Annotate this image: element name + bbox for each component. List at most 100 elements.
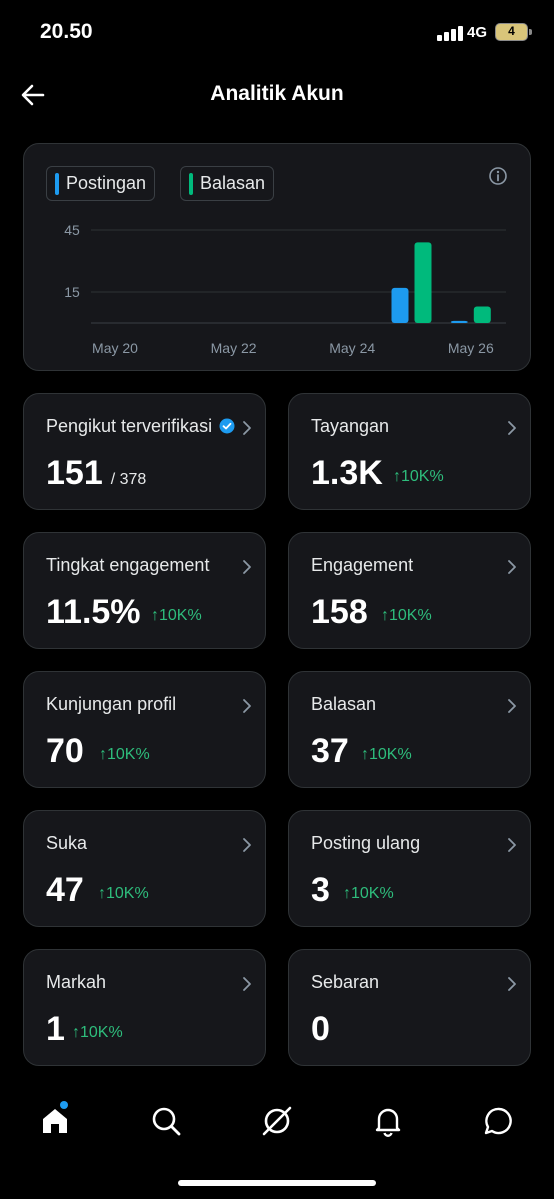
stat-change: ↑10K%: [151, 607, 202, 624]
stat-value: 1: [46, 1010, 65, 1049]
stat-value: 3: [311, 871, 330, 910]
stat-value-number: 158: [311, 593, 368, 631]
chevron-right-icon: [243, 838, 251, 852]
chevron-right-icon: [508, 977, 516, 991]
stat-label: Posting ulang: [311, 833, 421, 853]
x-tick-label: May 26: [448, 340, 494, 356]
chevron-right-icon: [508, 699, 516, 713]
bar-postingan-may-26[interactable]: [450, 320, 468, 323]
stat-label: Kunjungan profil: [46, 694, 177, 714]
stat-label: Suka: [46, 833, 88, 853]
status-time: 20.50: [40, 20, 93, 43]
bar-balasan-may-26[interactable]: [473, 306, 491, 323]
stat-label: Markah: [46, 972, 107, 992]
stat-value: 37: [311, 732, 349, 771]
legend-label: Balasan: [200, 173, 266, 193]
grok-icon: [262, 1106, 292, 1136]
stat-value-number: 47: [46, 871, 84, 909]
stat-value-number: 11.5%: [46, 593, 141, 631]
stat-value: 47: [46, 871, 84, 910]
battery-level: 4: [508, 24, 515, 38]
chevron-right-icon: [243, 421, 251, 435]
stat-change: ↑10K%: [343, 885, 394, 902]
bar-postingan-may-25[interactable]: [391, 287, 409, 323]
battery-cap: [529, 29, 532, 35]
nav-notifications[interactable]: [371, 1104, 405, 1138]
stat-card[interactable]: Kunjungan profil 70 ↑10K%: [23, 671, 266, 788]
stat-value: 0: [311, 1010, 330, 1049]
bar-chart: 45 15 May 20 May 22 May 24 May 26: [64, 222, 506, 356]
legend-swatch: [55, 172, 59, 195]
stat-card[interactable]: Tingkat engagement 11.5% ↑10K%: [23, 532, 266, 649]
nav-search[interactable]: [149, 1104, 183, 1138]
chevron-right-icon: [243, 699, 251, 713]
chevron-right-icon: [243, 560, 251, 574]
messages-icon: [484, 1107, 512, 1135]
legend-swatch: [189, 172, 193, 195]
stat-value-total: / 378: [110, 471, 147, 488]
y-tick-label: 45: [64, 222, 80, 238]
info-icon[interactable]: [488, 166, 508, 186]
stat-value: 1.3K: [311, 454, 383, 493]
stat-label: Tayangan: [311, 416, 390, 436]
stat-card[interactable]: Pengikut terverifikasi 151 / 378: [23, 393, 266, 510]
stat-card[interactable]: Balasan 37 ↑10K%: [288, 671, 531, 788]
status-bar: 20.50 4G 4: [0, 0, 554, 64]
chevron-right-icon: [508, 838, 516, 852]
stat-value-number: 37: [311, 732, 349, 770]
notification-dot: [60, 1101, 68, 1109]
bottom-nav: [0, 1090, 554, 1199]
top-bar: Analitik Akun: [0, 64, 554, 124]
stat-change: ↑10K%: [72, 1024, 123, 1041]
nav-grok[interactable]: [260, 1104, 294, 1138]
chart-card: Postingan Balasan 45 15 May 20 May 22 May 24…: [23, 143, 531, 371]
stat-value-number: 151: [46, 454, 103, 492]
legend-postingan[interactable]: Postingan: [46, 166, 156, 201]
stat-label: Sebaran: [311, 972, 380, 992]
x-tick-label: May 20: [92, 340, 138, 356]
stat-change: ↑10K%: [98, 885, 149, 902]
chevron-right-icon: [243, 977, 251, 991]
stat-card[interactable]: Sebaran 0: [288, 949, 531, 1066]
y-tick-label: 15: [64, 284, 80, 300]
battery-icon: 4: [495, 23, 528, 41]
stat-value-number: 70: [46, 732, 84, 770]
page-title: Analitik Akun: [210, 82, 344, 105]
search-icon: [152, 1107, 181, 1136]
legend-label: Postingan: [66, 173, 147, 193]
nav-home[interactable]: [38, 1104, 72, 1138]
stat-change: ↑10K%: [381, 607, 432, 624]
stat-value: 70: [46, 732, 84, 771]
stat-card[interactable]: Suka 47 ↑10K%: [23, 810, 266, 927]
stat-value: 11.5%: [46, 593, 141, 632]
stat-card[interactable]: Posting ulang 3 ↑10K%: [288, 810, 531, 927]
verified-badge-icon: [219, 418, 235, 434]
stat-change: ↑10K%: [393, 468, 444, 485]
stat-change: ↑10K%: [99, 746, 150, 763]
stat-label: Balasan: [311, 694, 377, 714]
stat-label: Engagement: [311, 555, 414, 575]
stat-card[interactable]: Tayangan 1.3K ↑10K%: [288, 393, 531, 510]
stat-value-number: 1: [46, 1010, 65, 1048]
stat-label: Pengikut terverifikasi: [46, 416, 213, 436]
x-tick-label: May 22: [211, 340, 257, 356]
stat-card[interactable]: Markah 1 ↑10K%: [23, 949, 266, 1066]
signal-icon: [437, 25, 463, 41]
legend-balasan[interactable]: Balasan: [180, 166, 275, 201]
stat-value-number: 1.3K: [311, 454, 383, 492]
chevron-right-icon: [508, 421, 516, 435]
stat-card[interactable]: Engagement 158 ↑10K%: [288, 532, 531, 649]
stat-change: ↑10K%: [361, 746, 412, 763]
stat-value-number: 0: [311, 1010, 330, 1048]
stat-value-number: 3: [311, 871, 330, 909]
bar-balasan-may-25[interactable]: [414, 242, 432, 323]
bell-icon: [375, 1108, 401, 1137]
stat-label: Tingkat engagement: [46, 555, 210, 575]
home-icon: [43, 1109, 67, 1133]
home-indicator: [178, 1180, 376, 1186]
network-label: 4G: [467, 24, 488, 41]
nav-messages[interactable]: [482, 1104, 516, 1138]
stat-value: 158: [311, 593, 368, 632]
stat-value: 151 / 378: [46, 454, 146, 493]
x-tick-label: May 24: [329, 340, 375, 356]
